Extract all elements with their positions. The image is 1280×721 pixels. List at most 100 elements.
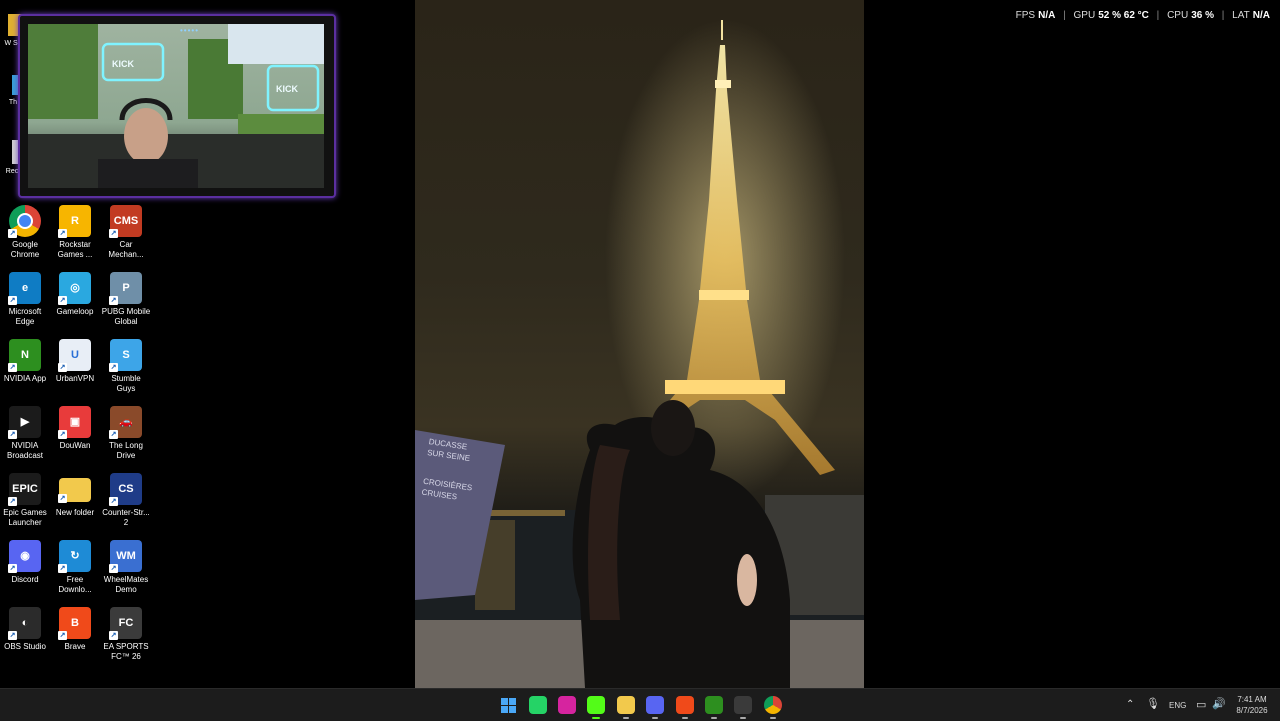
nvidia-taskbar-icon[interactable] [705, 696, 723, 719]
desktop-icon[interactable]: P ↗ PUBG Mobile Global [101, 272, 151, 327]
discord-taskbar-icon[interactable] [646, 696, 664, 719]
volume-icon[interactable]: 🔊 [1212, 697, 1226, 710]
separator: | [1156, 10, 1160, 21]
clock-time: 7:41 AM [1237, 695, 1267, 704]
brave-icon: B ↗ [58, 607, 91, 640]
windows-start-icon[interactable] [499, 696, 517, 714]
desktop-icon-label: PUBG Mobile Global [101, 307, 151, 326]
edge-icon: e ↗ [8, 272, 41, 305]
desktop-icon[interactable]: 🚗 ↗ The Long Drive [101, 406, 151, 461]
fps-label: FPS [1015, 10, 1036, 21]
icon-glyph: R [71, 215, 79, 227]
shortcut-arrow-icon: ↗ [58, 494, 67, 503]
shortcut-arrow-icon: ↗ [8, 497, 17, 506]
icon-glyph: ◎ [70, 282, 80, 294]
ea-fc-icon: FC ↗ [109, 607, 142, 640]
icon-glyph: ↻ [70, 550, 80, 562]
whatsapp-icon[interactable] [529, 696, 547, 714]
icon-glyph: FC [118, 617, 134, 629]
microphone-icon[interactable]: 🎙 [1146, 697, 1160, 710]
running-indicator [711, 717, 717, 719]
shortcut-arrow-icon: ↗ [58, 229, 67, 238]
running-indicator [652, 717, 658, 719]
desktop-icon[interactable]: S ↗ Stumble Guys [101, 339, 151, 394]
obs-icon: ◐ ↗ [8, 607, 41, 640]
desktop-icon[interactable]: ◉ ↗ Discord [0, 540, 50, 585]
desktop-icon[interactable]: ▣ ↗ DouWan [50, 406, 100, 451]
display-icon[interactable]: ▭ [1196, 698, 1206, 711]
desktop-icon-label: New folder [55, 508, 95, 517]
shortcut-arrow-icon: ↗ [58, 564, 67, 573]
webcam-feed: KICK KICK [28, 24, 324, 188]
cpu-value: 36 % [1191, 10, 1214, 21]
shortcut-arrow-icon: ↗ [109, 363, 118, 372]
pubg-icon: P ↗ [109, 272, 142, 305]
brave-taskbar-icon[interactable] [676, 696, 694, 719]
kick-icon[interactable] [587, 696, 605, 719]
wallpaper-photo: DUCASSE SUR SEINE CROISIÈRES CRUISES [415, 0, 864, 688]
chrome-icon: ↗ [8, 205, 41, 238]
desktop-icon[interactable]: EPIC ↗ Epic Games Launcher [0, 473, 50, 528]
gameloop-icon: ◎ ↗ [58, 272, 91, 305]
desktop-icon[interactable]: U ↗ UrbanVPN [50, 339, 100, 384]
desktop-icon[interactable]: e ↗ Microsoft Edge [0, 272, 50, 327]
icon-glyph: B [71, 617, 79, 629]
shortcut-arrow-icon: ↗ [109, 631, 118, 640]
desktop-icon[interactable]: ↻ ↗ Free Downlo... [50, 540, 100, 595]
desktop-icon[interactable]: ↗ New folder [50, 473, 100, 518]
car-mechanic-icon: CMS ↗ [109, 205, 142, 238]
shortcut-arrow-icon: ↗ [8, 430, 17, 439]
desktop-icon[interactable]: ◐ ↗ OBS Studio [0, 607, 50, 652]
desktop-icon[interactable]: WM ↗ WheelMates Demo [101, 540, 151, 595]
language-indicator[interactable]: ENG [1169, 701, 1186, 710]
shortcut-arrow-icon: ↗ [8, 296, 17, 305]
desktop-icon-label: Epic Games Launcher [3, 508, 47, 527]
shortcut-arrow-icon: ↗ [109, 564, 118, 573]
desktop-icon[interactable]: ↗ Google Chrome [0, 205, 50, 260]
nvidia-app-icon: N ↗ [8, 339, 41, 372]
clock[interactable]: 7:41 AM 8/7/2026 [1232, 694, 1272, 716]
shortcut-arrow-icon: ↗ [58, 363, 67, 372]
desktop-icon-label: Brave [64, 642, 86, 651]
desktop-icon[interactable]: CMS ↗ Car Mechan... [101, 205, 151, 260]
icon-glyph: ▶ [20, 416, 30, 428]
shortcut-arrow-icon: ↗ [8, 363, 17, 372]
lat-label: LAT [1232, 10, 1250, 21]
eiffel-tower-photo [415, 20, 864, 688]
obs-taskbar-icon[interactable] [734, 696, 752, 719]
desktop-icon-label: Free Downlo... [58, 575, 92, 594]
desktop-icon[interactable]: ▶ ↗ NVIDIA Broadcast [0, 406, 50, 461]
urbanvpn-icon: U ↗ [58, 339, 91, 372]
separator: | [1063, 10, 1066, 21]
desktop-icon-label: NVIDIA Broadcast [6, 441, 44, 460]
free-download-icon: ↻ ↗ [58, 540, 91, 573]
desktop-icon-label: OBS Studio [4, 642, 46, 651]
shortcut-arrow-icon: ↗ [8, 229, 17, 238]
desktop-icon[interactable]: B ↗ Brave [50, 607, 100, 652]
svg-text:KICK: KICK [276, 84, 298, 94]
desktop-icon-label: NVIDIA App [3, 374, 47, 383]
chrome-taskbar-icon[interactable] [764, 696, 782, 719]
svg-text:KICK: KICK [112, 59, 134, 69]
shortcut-arrow-icon: ↗ [8, 564, 17, 573]
desktop-icon[interactable]: FC ↗ EA SPORTS FC™ 26 [101, 607, 151, 662]
desktop-icon-label: Rockstar Games ... [57, 240, 93, 259]
desktop-icon-label: WheelMates Demo [103, 575, 149, 594]
discord-icon: ◉ ↗ [8, 540, 41, 573]
taskbar: ⌃ 🎙 ENG ▭ 🔊 7:41 AM 8/7/2026 [0, 688, 1280, 721]
desktop-icon[interactable]: CS ↗ Counter-Str... 2 [101, 473, 151, 528]
epic-games-icon: EPIC ↗ [8, 473, 41, 506]
chevron-up-icon[interactable]: ⌃ [1126, 699, 1134, 710]
desktop-icon[interactable]: N ↗ NVIDIA App [0, 339, 50, 384]
icon-glyph: CMS [113, 215, 139, 227]
desktop-icon[interactable]: R ↗ Rockstar Games ... [50, 205, 100, 260]
performance-overlay: FPS N/A | GPU 52 % 62 °C | CPU 36 % | LAT N/… [1016, 10, 1270, 21]
desktop: W Se Th Rec ↗ Google Chrome R ↗ Rockstar Gam… [0, 0, 1280, 688]
running-indicator [770, 717, 776, 719]
desktop-icon-label: EA SPORTS FC™ 26 [103, 642, 149, 661]
file-explorer-icon[interactable] [617, 696, 635, 719]
webcam-overlay[interactable]: KICK KICK ••••• [18, 14, 336, 198]
running-indicator [740, 717, 746, 719]
instagram-icon[interactable] [558, 696, 576, 714]
desktop-icon[interactable]: ◎ ↗ Gameloop [50, 272, 100, 317]
